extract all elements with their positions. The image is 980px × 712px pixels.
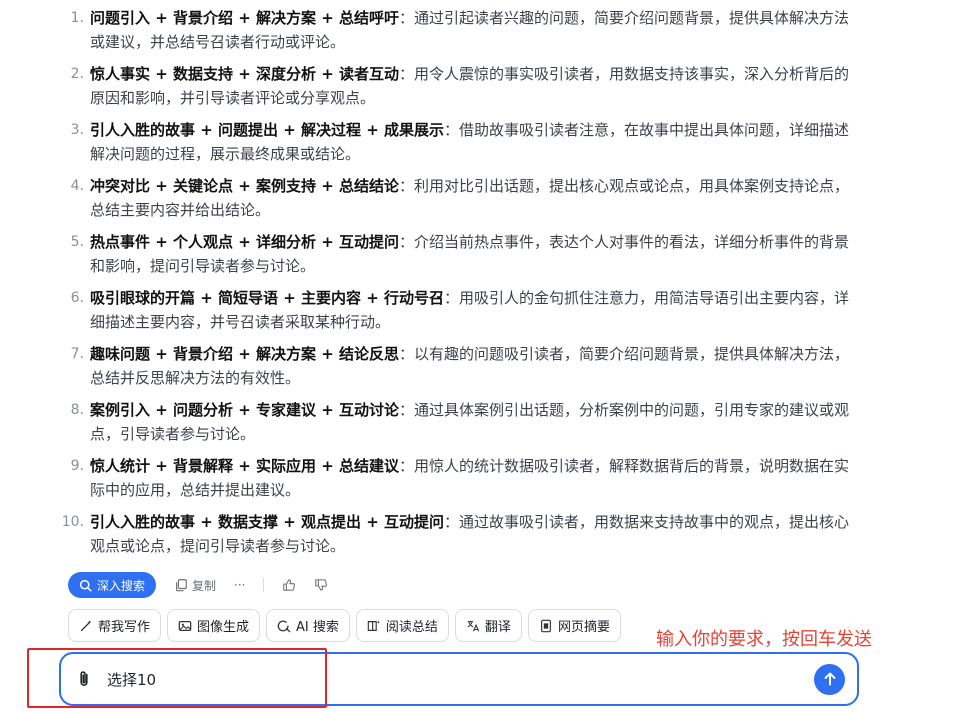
tool-label: 帮我写作 — [98, 620, 151, 635]
answer-list: 1. 问题引入 + 背景介绍 + 解决方案 + 总结呼吁：通过引起读者兴趣的问题，… — [60, 6, 850, 566]
translate-icon — [467, 620, 480, 631]
dislike-button[interactable] — [314, 578, 328, 592]
read-summary-icon — [367, 620, 380, 631]
item-number: 7. — [70, 346, 84, 362]
tool-label: AI 搜索 — [296, 620, 339, 635]
tool-label: 阅读总结 — [385, 620, 438, 635]
item-title: 热点事件 + 个人观点 + 详细分析 + 互动提问 — [90, 233, 400, 251]
list-item: 6. 吸引眼球的开篇 + 简短导语 + 主要内容 + 行动号召：用吸引人的金句抓住… — [60, 286, 850, 334]
more-button[interactable]: ··· — [234, 578, 245, 592]
tool-bar: 帮我写作 图像生成 AI 搜索 阅读总结 翻译 网页摘要 — [68, 609, 621, 642]
list-item: 5. 热点事件 + 个人观点 + 详细分析 + 互动提问：介绍当前热点事件，表达个… — [60, 230, 850, 278]
tool-label: 图像生成 — [197, 620, 250, 635]
list-item: 1. 问题引入 + 背景介绍 + 解决方案 + 总结呼吁：通过引起读者兴趣的问题，… — [60, 6, 850, 54]
item-number: 1. — [70, 10, 84, 26]
item-number: 9. — [70, 458, 84, 474]
item-title: 惊人事实 + 数据支持 + 深度分析 + 读者互动 — [90, 65, 400, 83]
item-number: 8. — [70, 402, 84, 418]
item-title: 引人入胜的故事 + 数据支撑 + 观点提出 + 互动提问 — [90, 513, 445, 531]
item-title: 问题引入 + 背景介绍 + 解决方案 + 总结呼吁 — [90, 9, 400, 27]
tool-translate-button[interactable]: 翻译 — [454, 609, 522, 642]
magic-pen-icon — [80, 619, 92, 631]
item-number: 10. — [61, 514, 84, 530]
item-title: 引人入胜的故事 + 问题提出 + 解决过程 + 成果展示 — [90, 121, 445, 139]
image-icon — [178, 620, 192, 631]
tool-web-summary-button[interactable]: 网页摘要 — [527, 609, 621, 642]
item-title: 冲突对比 + 关键论点 + 案例支持 + 总结结论 — [90, 177, 400, 195]
tool-label: 网页摘要 — [557, 620, 610, 635]
list-item: 4. 冲突对比 + 关键论点 + 案例支持 + 总结结论：利用对比引出话题，提出核… — [60, 174, 850, 222]
item-title: 吸引眼球的开篇 + 简短导语 + 主要内容 + 行动号召 — [90, 289, 445, 307]
list-item: 2. 惊人事实 + 数据支持 + 深度分析 + 读者互动：用令人震惊的事实吸引读者… — [60, 62, 850, 110]
like-button[interactable] — [282, 578, 296, 592]
item-number: 3. — [70, 122, 84, 138]
arrow-up-icon — [824, 672, 835, 686]
tool-read-summary-button[interactable]: 阅读总结 — [355, 609, 449, 642]
thumbs-down-icon — [315, 579, 328, 591]
tool-ai-search-button[interactable]: AI 搜索 — [266, 609, 350, 642]
divider — [263, 578, 265, 592]
send-button[interactable] — [814, 663, 845, 695]
deep-search-label: 深入搜索 — [97, 578, 146, 593]
web-summary-icon — [540, 619, 551, 632]
list-item: 9. 惊人统计 + 背景解释 + 实际应用 + 总结建议：用惊人的统计数据吸引读者… — [60, 454, 850, 502]
ai-search-icon — [277, 619, 291, 632]
annotation-hint: 输入你的要求，按回车发送 — [656, 629, 872, 650]
copy-icon — [176, 579, 187, 592]
thumbs-up-icon — [283, 579, 296, 591]
highlight-box — [27, 648, 327, 708]
item-title: 趣味问题 + 背景介绍 + 解决方案 + 结论反思 — [90, 345, 400, 363]
answer-actions: 深入搜索 复制 ··· — [68, 572, 328, 598]
list-item: 8. 案例引入 + 问题分析 + 专家建议 + 互动讨论：通过具体案例引出话题，分… — [60, 398, 850, 446]
list-item: 3. 引人入胜的故事 + 问题提出 + 解决过程 + 成果展示：借助故事吸引读者注… — [60, 118, 850, 166]
search-icon — [79, 579, 92, 592]
copy-label: 复制 — [192, 578, 217, 593]
item-number: 5. — [70, 234, 84, 250]
item-number: 2. — [70, 66, 84, 82]
list-item: 10. 引人入胜的故事 + 数据支撑 + 观点提出 + 互动提问：通过故事吸引读者… — [60, 510, 850, 558]
item-number: 4. — [70, 178, 84, 194]
list-item: 7. 趣味问题 + 背景介绍 + 解决方案 + 结论反思：以有趣的问题吸引读者，简… — [60, 342, 850, 390]
tool-image-button[interactable]: 图像生成 — [167, 609, 261, 642]
item-number: 6. — [70, 290, 84, 306]
tool-write-button[interactable]: 帮我写作 — [68, 609, 162, 642]
more-icon: ··· — [234, 578, 246, 592]
item-title: 案例引入 + 问题分析 + 专家建议 + 互动讨论 — [90, 401, 400, 419]
tool-label: 翻译 — [484, 620, 511, 635]
deep-search-button[interactable]: 深入搜索 — [68, 572, 157, 598]
copy-button[interactable]: 复制 — [174, 577, 216, 594]
item-title: 惊人统计 + 背景解释 + 实际应用 + 总结建议 — [90, 457, 400, 475]
